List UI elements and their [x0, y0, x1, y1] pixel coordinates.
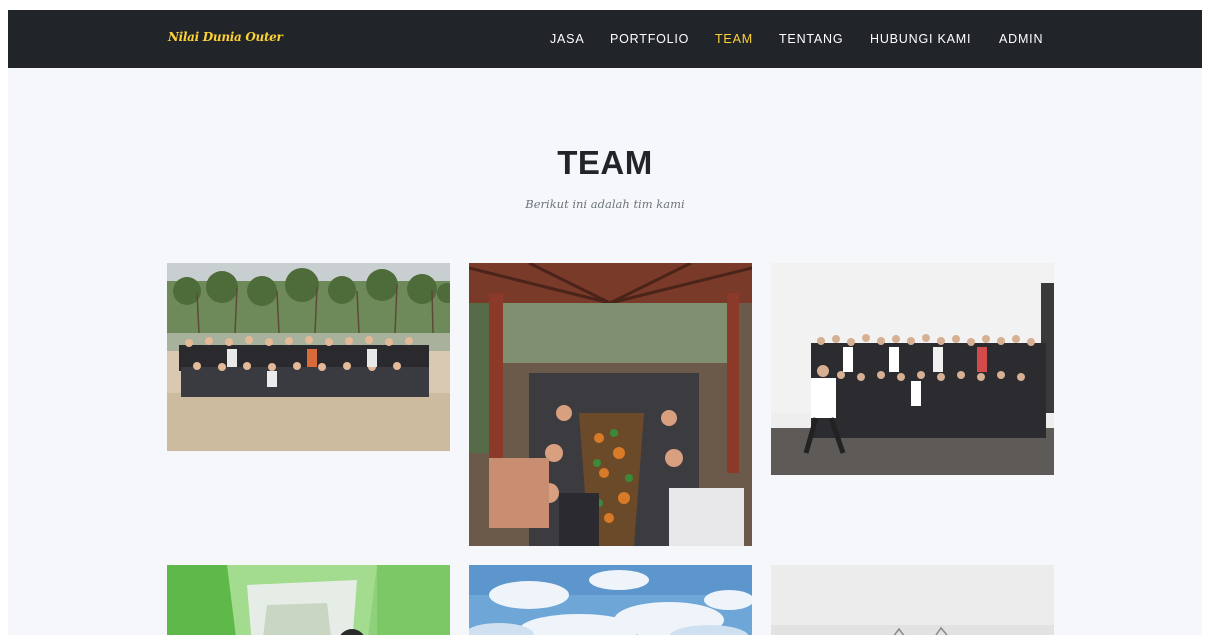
nav-menu: JASA PORTFOLIO TEAM TENTANG HUBUNGI KAMI…	[8, 32, 1202, 48]
team-photo-indoor-group[interactable]	[771, 263, 1054, 475]
tent-image	[167, 565, 450, 635]
section-title: TEAM	[557, 144, 653, 181]
team-photo-beach[interactable]	[167, 263, 450, 451]
nav-item-admin[interactable]: ADMIN	[999, 32, 1043, 46]
beach-image	[167, 263, 450, 451]
team-photo-sky[interactable]	[469, 565, 752, 635]
gazebo-image	[469, 263, 752, 546]
nav-item-hubungi-kami[interactable]: HUBUNGI KAMI	[870, 32, 971, 46]
team-photo-gazebo-meal[interactable]	[469, 263, 752, 546]
nav-item-portfolio[interactable]: PORTFOLIO	[610, 32, 689, 46]
nav-item-jasa[interactable]: JASA	[550, 32, 584, 46]
team-photo-grey[interactable]	[771, 565, 1054, 635]
nav-item-team[interactable]: TEAM	[715, 32, 753, 46]
nav-item-tentang[interactable]: TENTANG	[779, 32, 843, 46]
sky-image	[469, 565, 752, 635]
section-subtitle: Berikut ini adalah tim kami	[525, 197, 685, 211]
grey-image	[771, 565, 1054, 635]
indoor-group-image	[771, 263, 1054, 475]
team-photo-tent[interactable]	[167, 565, 450, 635]
navbar: Nilai Dunia Outer JASA PORTFOLIO TEAM TE…	[8, 10, 1202, 68]
page: Nilai Dunia Outer JASA PORTFOLIO TEAM TE…	[8, 10, 1202, 635]
